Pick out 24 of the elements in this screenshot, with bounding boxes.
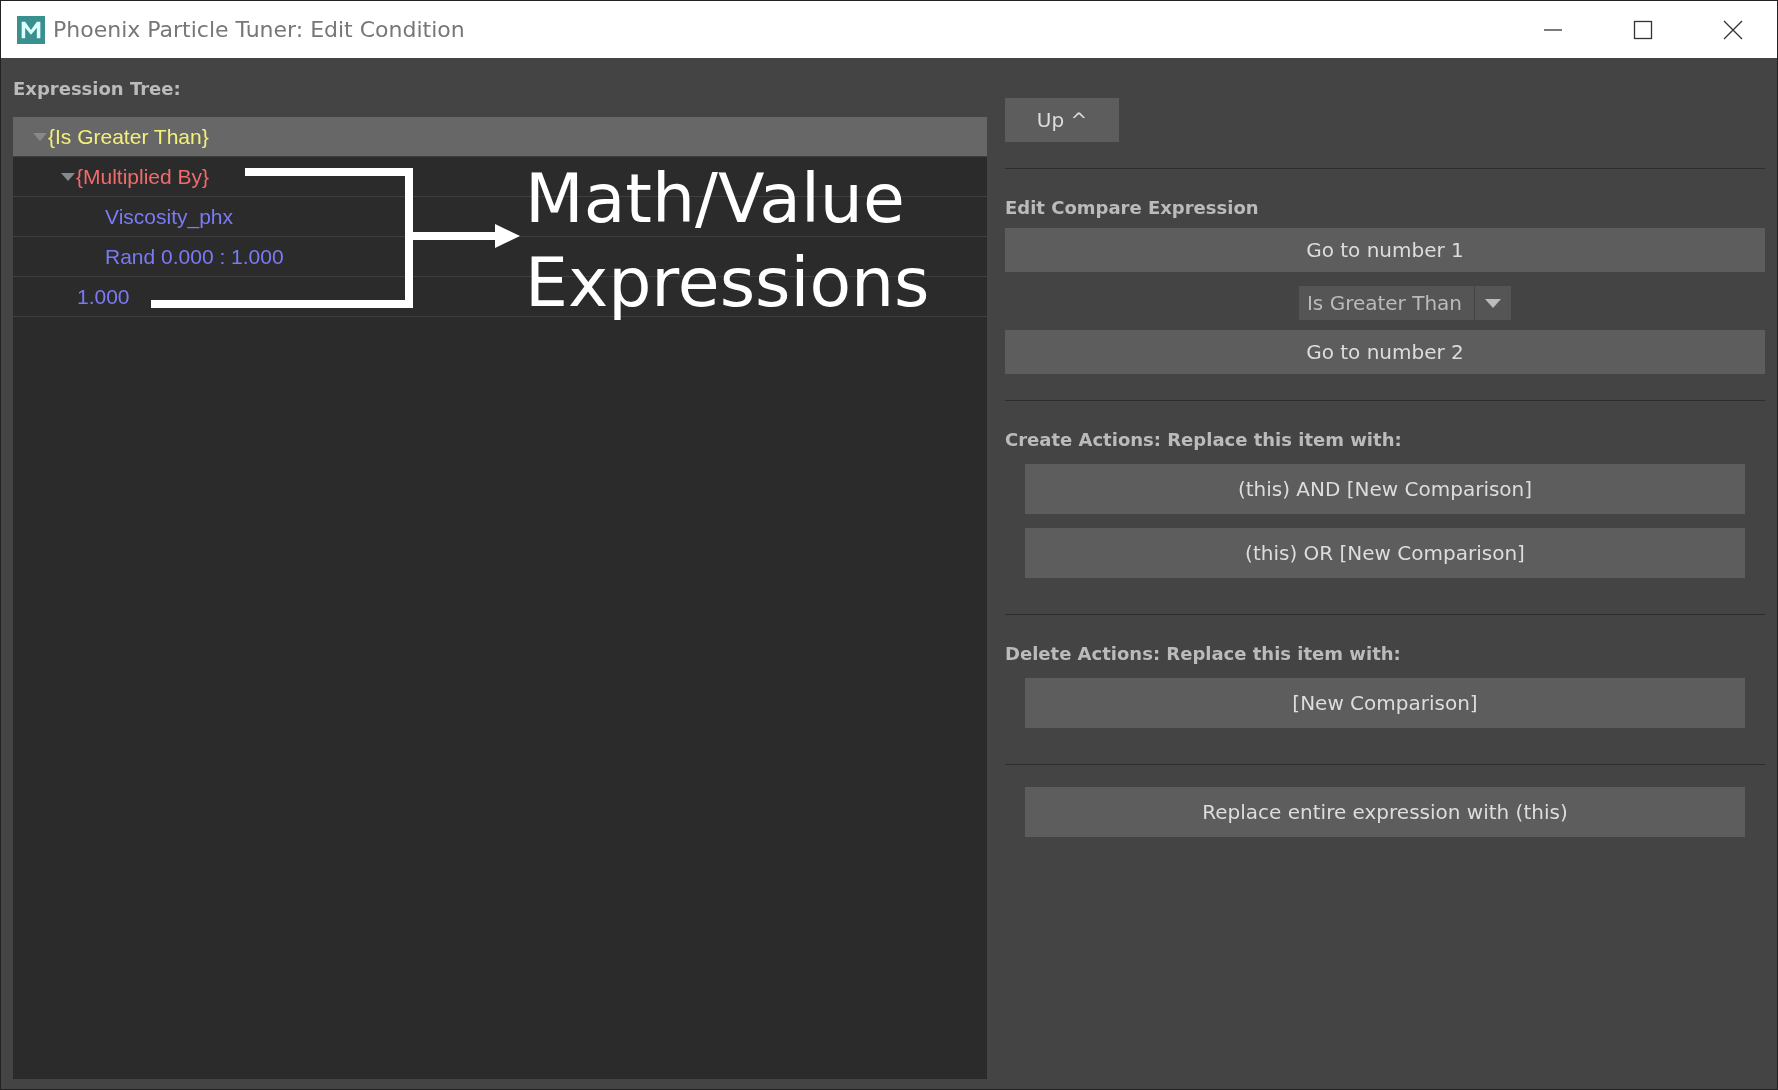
section-heading: Edit Compare Expression (1005, 196, 1260, 220)
go-to-button[interactable]: Go to number 2 (1005, 330, 1765, 374)
expand-arrow-icon[interactable] (61, 171, 75, 182)
tree-item-label: {Is Greater Than} (48, 124, 209, 149)
app-logo-icon (17, 15, 45, 44)
operator-dropdown[interactable]: Is Greater Than (1298, 286, 1512, 320)
section-heading: Expression Tree: (13, 77, 182, 101)
tree-item-label: {Multiplied By} (76, 164, 210, 189)
dropdown-arrow-icon (1485, 298, 1502, 308)
up-button[interactable]: Up ^ (1005, 98, 1119, 142)
tree-item-label: Viscosity_phx (105, 204, 233, 229)
section-heading: Create Actions: Replace this item with: (1005, 428, 1403, 452)
maximize-icon[interactable] (1633, 19, 1653, 40)
action-button[interactable]: [New Comparison] (1025, 678, 1745, 728)
tree-item-label: Rand 0.000 : 1.000 (105, 244, 284, 269)
action-button[interactable]: (this) AND [New Comparison] (1025, 464, 1745, 514)
window-title: Phoenix Particle Tuner: Edit Condition (53, 17, 465, 42)
close-icon[interactable] (1723, 19, 1743, 40)
replace-button[interactable]: Replace entire expression with (this) (1025, 787, 1745, 837)
go-to-button[interactable]: Go to number 1 (1005, 228, 1765, 272)
tree-item[interactable]: {Is Greater Than} (13, 117, 987, 157)
action-button[interactable]: (this) OR [New Comparison] (1025, 528, 1745, 578)
section-heading: Delete Actions: Replace this item with: (1005, 642, 1402, 666)
tree-item-label: 1.000 (77, 284, 130, 309)
